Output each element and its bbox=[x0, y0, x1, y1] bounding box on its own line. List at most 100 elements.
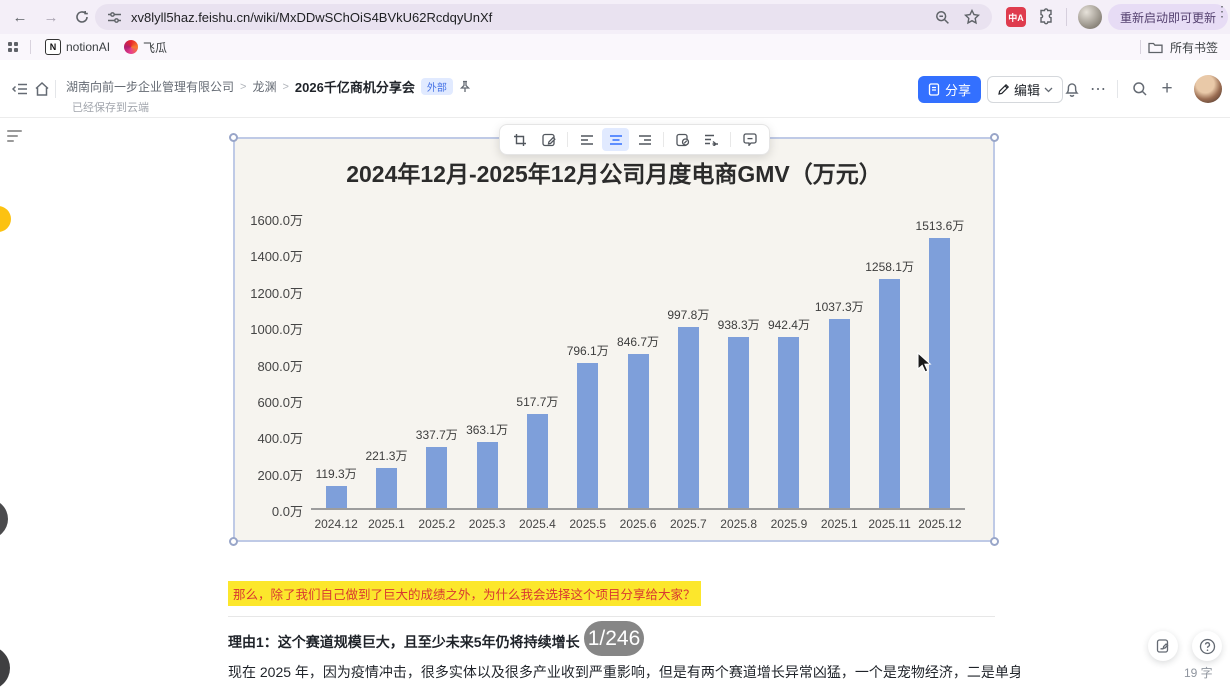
bar-value-label: 221.3万 bbox=[365, 448, 408, 463]
y-axis-label: 400.0万 bbox=[257, 431, 303, 447]
bar bbox=[526, 413, 548, 508]
x-axis-label: 2025.11 bbox=[868, 517, 911, 531]
forward-button[interactable]: → bbox=[40, 6, 62, 28]
search-button[interactable] bbox=[1128, 77, 1152, 101]
bar bbox=[426, 446, 448, 508]
reload-icon bbox=[76, 11, 88, 23]
dark-floating-bubble[interactable] bbox=[0, 499, 8, 539]
y-axis-label: 200.0万 bbox=[257, 467, 303, 483]
align-left-icon bbox=[580, 134, 593, 145]
comment-button[interactable] bbox=[736, 128, 763, 151]
apps-grid-icon[interactable] bbox=[8, 42, 18, 52]
align-center-button[interactable] bbox=[602, 128, 629, 151]
feedback-button[interactable] bbox=[1148, 631, 1178, 661]
toolbar-divider bbox=[1066, 8, 1067, 26]
url-text[interactable]: xv8lyll5haz.feishu.cn/wiki/MxDDwSChOiS4B… bbox=[131, 10, 921, 25]
crop-icon bbox=[513, 133, 526, 146]
doc-outline-indicator[interactable] bbox=[7, 130, 23, 145]
breadcrumb-item-current-doc[interactable]: 2026千亿商机分享会 bbox=[295, 77, 415, 96]
external-badge: 外部 bbox=[420, 78, 453, 95]
browser-profile-avatar[interactable] bbox=[1078, 5, 1102, 29]
bookmark-label: 飞瓜 bbox=[143, 40, 168, 55]
header-divider bbox=[55, 80, 56, 98]
bar bbox=[375, 467, 397, 508]
zoom-icon[interactable] bbox=[935, 10, 950, 25]
dark-floating-bubble[interactable] bbox=[0, 646, 10, 690]
breadcrumb-separator: > bbox=[282, 80, 289, 93]
notifications-button[interactable] bbox=[1060, 77, 1084, 101]
y-axis-label: 600.0万 bbox=[257, 394, 303, 410]
x-axis-label: 2025.4 bbox=[519, 517, 556, 531]
translate-extension-icon[interactable]: 中A bbox=[1006, 7, 1026, 27]
x-axis-label: 2025.1 bbox=[368, 517, 405, 531]
feigua-icon bbox=[124, 40, 139, 54]
update-chip-button[interactable]: 重新启动即可更新 bbox=[1108, 4, 1229, 30]
chart-image[interactable]: 2024年12月-2025年12月公司月度电商GMV（万元） 1600.0万 14… bbox=[233, 137, 995, 542]
y-axis-label: 1000.0万 bbox=[250, 322, 303, 338]
new-doc-button[interactable]: + bbox=[1155, 77, 1179, 101]
breadcrumb: 湖南向前一步企业管理有限公司 > 龙渊 > 2026千亿商机分享会 外部 bbox=[66, 77, 471, 96]
share-label: 分享 bbox=[945, 83, 972, 98]
all-bookmarks-button[interactable]: 所有书签 bbox=[1170, 39, 1218, 56]
address-bar[interactable]: xv8lyll5haz.feishu.cn/wiki/MxDDwSChOiS4B… bbox=[95, 4, 992, 30]
breadcrumb-item-company[interactable]: 湖南向前一步企业管理有限公司 bbox=[66, 78, 234, 95]
bar-value-label: 938.3万 bbox=[717, 318, 760, 333]
resize-handle-bottom-left[interactable] bbox=[229, 537, 238, 546]
extensions-icon[interactable] bbox=[1038, 8, 1055, 25]
align-right-button[interactable] bbox=[631, 128, 658, 151]
mouse-cursor bbox=[916, 352, 934, 374]
x-axis-label: 2025.6 bbox=[619, 517, 657, 531]
bar-column: 1037.3万 bbox=[814, 217, 864, 508]
y-axis-label: 1600.0万 bbox=[250, 213, 303, 228]
notion-icon: N bbox=[45, 39, 61, 55]
bar-column: 363.1万 bbox=[462, 217, 512, 508]
back-button[interactable]: ← bbox=[9, 6, 31, 28]
body-paragraph: 现在 2025 年，因为疫情冲击，很多实体以及很多产业收到严重影响，但是有两个赛… bbox=[228, 664, 1020, 680]
copy-link-button[interactable] bbox=[669, 128, 696, 151]
bookmark-feigua[interactable]: 飞瓜 bbox=[124, 39, 167, 56]
copy-link-icon bbox=[675, 133, 689, 146]
bar-column: 221.3万 bbox=[361, 217, 411, 508]
pin-icon[interactable] bbox=[459, 80, 471, 93]
search-icon bbox=[1133, 82, 1147, 96]
yellow-floating-bubble[interactable] bbox=[0, 206, 11, 232]
resize-handle-bottom-right[interactable] bbox=[990, 537, 999, 546]
word-count: 19 字 bbox=[1184, 666, 1213, 680]
bookmark-star-icon[interactable] bbox=[964, 9, 980, 25]
bookmarks-divider bbox=[30, 40, 31, 54]
bookmark-notionai[interactable]: N notionAI bbox=[45, 39, 110, 55]
align-left-button[interactable] bbox=[573, 128, 600, 151]
resize-handle-top-left[interactable] bbox=[229, 133, 238, 142]
x-axis-label: 2025.2 bbox=[418, 517, 456, 531]
folder-icon bbox=[1148, 42, 1163, 53]
x-axis-label: 2025.3 bbox=[468, 517, 506, 531]
more-options-button[interactable]: ⋯ bbox=[1086, 77, 1110, 101]
bar-column: 1258.1万 bbox=[864, 217, 914, 508]
bar-value-label: 796.1万 bbox=[566, 344, 609, 359]
x-axis-label: 2024.12 bbox=[314, 517, 358, 531]
help-button[interactable] bbox=[1192, 631, 1222, 661]
bar-value-label: 846.7万 bbox=[617, 335, 660, 349]
share-button[interactable]: 分享 bbox=[918, 76, 982, 103]
annotate-button[interactable] bbox=[535, 128, 562, 151]
bar bbox=[879, 279, 901, 508]
bar-value-label: 942.4万 bbox=[767, 317, 810, 332]
toolbar-divider bbox=[730, 132, 731, 147]
replace-button[interactable] bbox=[698, 128, 725, 151]
browser-menu-icon[interactable]: ⋮ bbox=[1215, 4, 1229, 18]
sidebar-toggle-button[interactable] bbox=[8, 77, 32, 101]
align-center-icon bbox=[609, 134, 622, 145]
crop-button[interactable] bbox=[506, 128, 533, 151]
user-avatar[interactable] bbox=[1194, 75, 1222, 103]
site-settings-icon[interactable] bbox=[107, 10, 122, 25]
bar-column: 846.7万 bbox=[613, 217, 663, 508]
breadcrumb-item-longyuan[interactable]: 龙渊 bbox=[252, 78, 276, 95]
feedback-icon bbox=[1156, 639, 1169, 653]
y-axis-label: 1200.0万 bbox=[250, 285, 303, 301]
reload-button[interactable] bbox=[71, 6, 93, 28]
sidebar-toggle-icon bbox=[12, 83, 27, 95]
home-button[interactable] bbox=[30, 77, 54, 101]
home-icon bbox=[35, 81, 49, 96]
edit-button[interactable]: 编辑 bbox=[987, 76, 1064, 103]
resize-handle-top-right[interactable] bbox=[990, 133, 999, 142]
